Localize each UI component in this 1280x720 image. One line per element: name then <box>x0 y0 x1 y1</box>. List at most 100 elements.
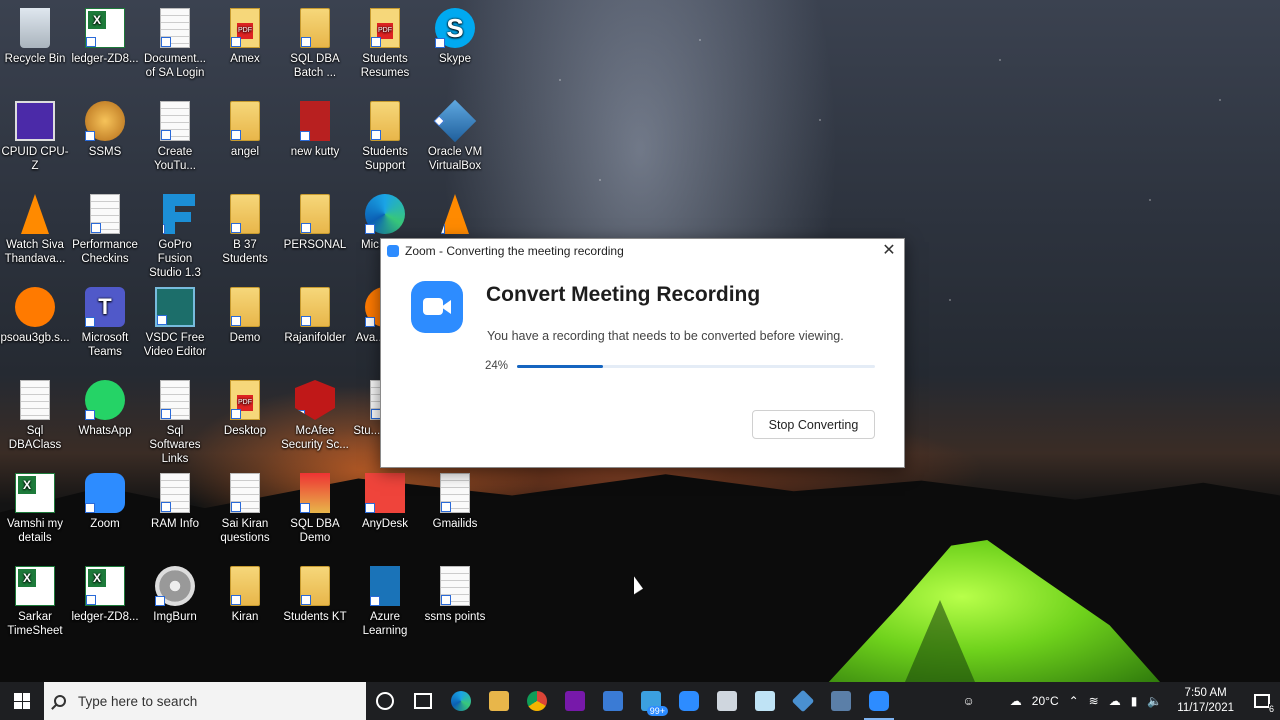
excel-file-icon <box>15 473 55 513</box>
desktop-icon[interactable]: Oracle VM VirtualBox <box>420 99 490 173</box>
desktop-icon[interactable] <box>420 194 490 238</box>
cloud-weather-icon[interactable]: ☁ <box>1010 694 1022 708</box>
desktop-icon[interactable]: SQL DBA Demo <box>280 473 350 545</box>
vlc-icon <box>21 194 49 234</box>
desktop-icon[interactable]: AnyDesk <box>350 473 420 531</box>
taskbar-chrome[interactable] <box>518 682 556 720</box>
ssms-icon <box>831 691 851 711</box>
pdf-folder-icon <box>230 380 260 420</box>
clock[interactable]: 7:50 AM 11/17/2021 <box>1177 686 1234 716</box>
volume-icon[interactable]: 🔈 <box>1147 694 1162 708</box>
taskbar-zoom[interactable] <box>670 682 708 720</box>
desktop-icon-label: ledger-ZD8... <box>71 611 139 623</box>
desktop-icon-label: Sai Kiran questions <box>220 518 270 544</box>
network-icon[interactable]: ≋ <box>1089 694 1099 708</box>
folder-icon <box>370 101 400 141</box>
desktop-icon[interactable]: Students KT <box>280 566 350 624</box>
desktop-icon[interactable]: ImgBurn <box>140 566 210 624</box>
weather-temp[interactable]: 20°C <box>1032 694 1059 708</box>
dialog-titlebar[interactable]: Zoom - Converting the meeting recording <box>381 239 904 263</box>
progress-percent: 24% <box>485 360 509 372</box>
desktop-icon[interactable]: Performance Checkins <box>70 194 140 266</box>
desktop-icon[interactable]: ledger-ZD8... <box>70 566 140 624</box>
desktop-icon[interactable]: psoau3gb.s... <box>0 287 70 345</box>
pdf-folder-icon <box>230 8 260 48</box>
task-view-button[interactable] <box>404 682 442 720</box>
taskbar-edge[interactable] <box>442 682 480 720</box>
desktop-icon[interactable]: Rajanifolder <box>280 287 350 345</box>
desktop-icon[interactable]: Kiran <box>210 566 280 624</box>
taskbar-app-note[interactable] <box>746 682 784 720</box>
desktop-icon[interactable]: Azure Learning <box>350 566 420 638</box>
desktop-icon[interactable]: ssms points <box>420 566 490 624</box>
recycle-bin-icon <box>20 8 50 48</box>
desktop-icon-label: B 37 Students <box>222 239 268 265</box>
desktop-icon[interactable]: Zoom <box>70 473 140 531</box>
taskbar-app-window[interactable] <box>708 682 746 720</box>
desktop-icon[interactable]: Students Support <box>350 101 420 173</box>
desktop-icon[interactable]: Demo <box>210 287 280 345</box>
desktop-icon[interactable]: T Microsoft Teams <box>70 287 140 359</box>
desktop-icon[interactable]: Desktop <box>210 380 280 438</box>
desktop-icon-label: Zoom <box>90 518 120 530</box>
taskbar-onenote[interactable] <box>556 682 594 720</box>
desktop-icon[interactable]: Watch Siva Thandava... <box>0 194 70 266</box>
pdf-folder-icon <box>370 8 400 48</box>
taskbar-virtualbox[interactable] <box>784 682 822 720</box>
folder-icon <box>230 287 260 327</box>
desktop-icon[interactable]: VSDC Free Video Editor <box>140 287 210 359</box>
desktop-icon-label: Sql DBAClass <box>8 425 62 451</box>
desktop-icon[interactable]: angel <box>210 101 280 159</box>
desktop-icon[interactable]: Sql Softwares Links <box>140 380 210 466</box>
desktop-icon[interactable]: Sai Kiran questions <box>210 473 280 545</box>
desktop-icon[interactable]: SQL DBA Batch ... <box>280 8 350 80</box>
desktop-icon[interactable]: McAfee Security Sc... <box>280 380 350 452</box>
taskbar-ssms[interactable] <box>822 682 860 720</box>
desktop-icon[interactable]: Create YouTu... <box>140 101 210 173</box>
taskbar-remote-desktop[interactable] <box>594 682 632 720</box>
desktop-icon[interactable]: RAM Info <box>140 473 210 531</box>
taskbar-file-explorer[interactable] <box>480 682 518 720</box>
desktop-icon-label: Amex <box>230 53 260 65</box>
action-center-button[interactable]: 6 <box>1244 682 1280 720</box>
dialog-title: Zoom - Converting the meeting recording <box>405 244 624 258</box>
people-icon[interactable]: ☺ <box>963 694 975 708</box>
desktop-icon[interactable]: Document... of SA Login <box>140 8 210 80</box>
close-icon[interactable]: ✕ <box>880 242 898 260</box>
start-button[interactable] <box>0 682 44 720</box>
edge-icon <box>451 691 471 711</box>
chevron-up-icon[interactable]: ⌃ <box>1069 694 1079 708</box>
desktop-icon[interactable]: Amex <box>210 8 280 66</box>
desktop-icon[interactable]: Sql DBAClass <box>0 380 70 452</box>
desktop-icon-label: SQL DBA Batch ... <box>290 53 340 79</box>
document-icon <box>160 101 190 141</box>
desktop-icon[interactable]: ledger-ZD8... <box>70 8 140 66</box>
taskbar-zoom-active[interactable] <box>860 682 898 720</box>
vlc-icon <box>441 194 469 234</box>
stop-converting-button[interactable]: Stop Converting <box>752 410 875 439</box>
cortana-button[interactable] <box>366 682 404 720</box>
taskbar-search-box[interactable]: Type here to search <box>44 682 366 720</box>
taskbar-notepad[interactable]: 99+ <box>632 682 670 720</box>
desktop-icon[interactable]: WhatsApp <box>70 380 140 438</box>
desktop-icon[interactable]: SSMS <box>70 101 140 159</box>
skype-icon: S <box>435 8 475 48</box>
desktop-icon[interactable]: Gmailids <box>420 473 490 531</box>
document-icon <box>20 380 50 420</box>
onedrive-icon[interactable]: ☁ <box>1109 694 1121 708</box>
clock-time: 7:50 AM <box>1184 687 1227 699</box>
desktop-icon[interactable]: S Skype <box>420 8 490 66</box>
desktop-icon[interactable]: new kutty <box>280 101 350 159</box>
desktop-icon[interactable]: CPUID CPU-Z <box>0 101 70 173</box>
desktop-icon[interactable]: Recycle Bin <box>0 8 70 66</box>
desktop-icon-label: Desktop <box>223 425 267 437</box>
desktop-icon[interactable]: GoPro Fusion Studio 1.3 <box>140 194 210 280</box>
power-icon[interactable]: ▮ <box>1131 694 1138 708</box>
vsdc-icon <box>155 287 195 327</box>
desktop-icon[interactable]: B 37 Students <box>210 194 280 266</box>
desktop-icon[interactable]: Sarkar TimeSheet <box>0 566 70 638</box>
desktop-icon[interactable]: PERSONAL <box>280 194 350 252</box>
desktop-icon[interactable]: Students Resumes <box>350 8 420 80</box>
book-icon <box>300 473 330 513</box>
desktop-icon[interactable]: Vamshi my details <box>0 473 70 545</box>
